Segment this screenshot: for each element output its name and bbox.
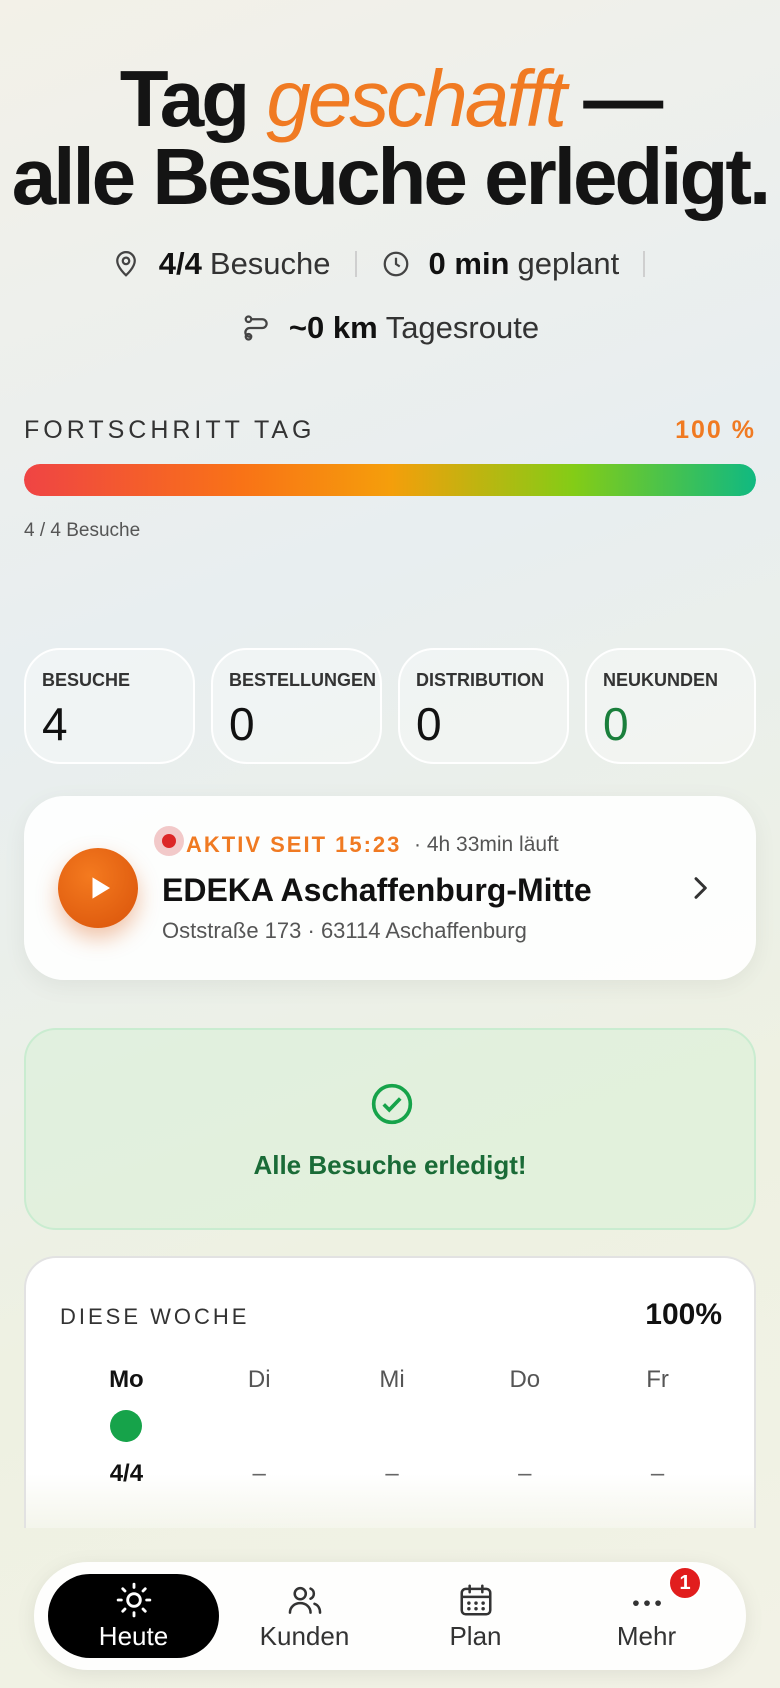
day-count: 4/4: [109, 1460, 144, 1487]
page-title: Tag geschafft — alle Besuche erledigt.: [0, 59, 780, 217]
hero-heading: Tag geschafft — alle Besuche erledigt.: [0, 59, 780, 217]
stat-value: 0: [603, 698, 629, 750]
day-dot: [642, 1410, 674, 1442]
route-row: ~0 km Tagesroute: [0, 310, 780, 346]
title-prefix: Tag: [119, 54, 267, 143]
store-address: Oststraße 173 · 63114 Aschaffenburg: [162, 918, 527, 943]
day-name: Mi: [379, 1366, 405, 1393]
nav-label: Mehr: [616, 1620, 677, 1651]
week-percent: 100%: [645, 1298, 722, 1331]
stat-label: BESUCHE: [42, 670, 131, 690]
visits-summary: 4/4 Besuche: [111, 246, 331, 282]
day-done-dot: [110, 1410, 143, 1442]
stat-value: 0: [416, 698, 442, 750]
calendar-icon: [459, 1583, 492, 1616]
visits-value: 4/4: [158, 246, 202, 281]
day-mo[interactable]: Mo 4/4: [60, 1366, 193, 1488]
progress-label: FORTSCHRITT TAG: [24, 416, 316, 444]
route-summary: ~0 km Tagesroute: [241, 310, 539, 346]
day-name: Mo: [109, 1366, 144, 1393]
day-fr[interactable]: Fr –: [591, 1366, 724, 1488]
title-line2: alle Besuche erledigt.: [11, 132, 772, 221]
progress-bar-fill: [24, 464, 756, 496]
divider: [643, 251, 646, 277]
summary-row: 4/4 Besuche 0 min geplant: [0, 246, 780, 282]
stat-distribution[interactable]: DISTRIBUTION 0: [398, 648, 569, 764]
nav-mehr[interactable]: Mehr 1: [561, 1566, 732, 1658]
nav-label: Kunden: [259, 1620, 350, 1651]
nav-label: Heute: [98, 1620, 169, 1651]
stat-value: 4: [42, 698, 68, 750]
week-card: DIESE WOCHE 100% Mo 4/4 Di – Mi – Do – F…: [24, 1256, 756, 1528]
progress-subtitle: 4 / 4 Besuche: [24, 520, 141, 541]
nav-heute[interactable]: Heute: [48, 1574, 219, 1658]
week-days: Mo 4/4 Di – Mi – Do – Fr –: [60, 1366, 724, 1488]
visits-label: Besuche: [209, 246, 331, 281]
day-name: Di: [247, 1366, 271, 1393]
store-name: EDEKA Aschaffenburg-Mitte: [162, 872, 592, 908]
route-label: Tagesroute: [385, 310, 540, 345]
sun-icon: [116, 1582, 151, 1617]
week-label: DIESE WOCHE: [60, 1304, 250, 1329]
chevron-right-icon[interactable]: [684, 872, 716, 904]
day-dot: [509, 1410, 541, 1442]
route-icon: [244, 315, 268, 341]
day-count: –: [518, 1460, 532, 1487]
day-count: –: [650, 1460, 665, 1487]
active-status: AKTIV SEIT 15:23: [186, 832, 402, 857]
day-name: Do: [509, 1366, 541, 1393]
check-circle-icon: [371, 1083, 413, 1125]
stat-label: NEUKUNDEN: [603, 670, 719, 690]
play-button[interactable]: [58, 848, 138, 928]
nav-plan[interactable]: Plan: [390, 1574, 561, 1658]
play-icon: [92, 877, 110, 899]
stats-row: BESUCHE 4 BESTELLUNGEN 0 DISTRIBUTION 0 …: [24, 648, 756, 764]
progress-percent: 100 %: [675, 416, 756, 444]
divider: [354, 251, 357, 277]
clock-icon: [383, 251, 408, 277]
day-mi[interactable]: Mi –: [326, 1366, 459, 1488]
day-di[interactable]: Di –: [193, 1366, 326, 1488]
planned-label: geplant: [517, 246, 620, 281]
users-icon: [288, 1586, 321, 1614]
nav-kunden[interactable]: Kunden: [219, 1574, 390, 1658]
stat-bestellungen[interactable]: BESTELLUNGEN 0: [211, 648, 382, 764]
stat-label: BESTELLUNGEN: [229, 670, 377, 690]
all-done-message: Alle Besuche erledigt!: [253, 1150, 527, 1180]
route-value: ~0 km: [288, 310, 378, 345]
notification-badge: 1: [668, 1566, 702, 1600]
all-done-card: Alle Besuche erledigt!: [24, 1028, 756, 1230]
title-dash: —: [563, 54, 663, 143]
day-count: –: [385, 1460, 399, 1487]
active-duration: · 4h 33min läuft: [414, 833, 559, 856]
active-visit-card[interactable]: AKTIV SEIT 15:23 · 4h 33min läuft EDEKA …: [24, 796, 756, 980]
more-icon: [632, 1599, 661, 1606]
planned-value: 0 min: [428, 246, 510, 281]
day-do[interactable]: Do –: [458, 1366, 591, 1488]
title-accent: geschafft: [266, 54, 567, 143]
stat-besuche[interactable]: BESUCHE 4: [24, 648, 195, 764]
stat-label: DISTRIBUTION: [416, 670, 544, 690]
recording-indicator: [154, 826, 184, 856]
nav-label: Plan: [449, 1620, 502, 1651]
progress-bar: [24, 464, 756, 496]
planned-summary: 0 min geplant: [381, 246, 620, 282]
bottom-nav: Heute Kunden Plan Mehr 1: [34, 1562, 746, 1670]
stat-neukunden[interactable]: NEUKUNDEN 0: [585, 648, 756, 764]
stat-value: 0: [229, 698, 255, 750]
day-count: –: [252, 1460, 266, 1487]
day-dot: [243, 1410, 275, 1442]
location-pin-icon: [115, 251, 136, 277]
day-name: Fr: [646, 1366, 669, 1393]
day-dot: [376, 1410, 408, 1442]
